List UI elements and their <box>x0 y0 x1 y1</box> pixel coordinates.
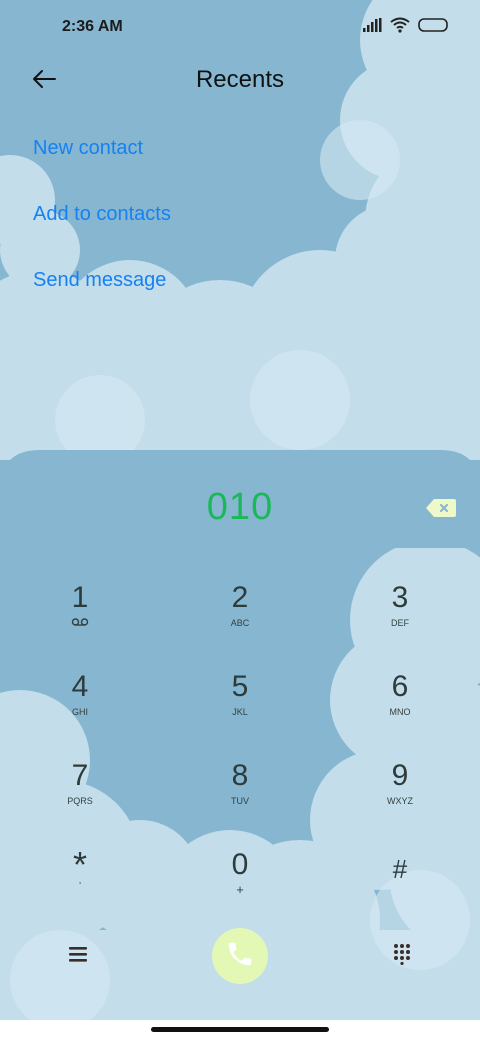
key-letters: , <box>78 875 82 885</box>
key-5[interactable]: 5 JKL <box>180 666 300 742</box>
key-letters: WXYZ <box>387 796 413 806</box>
key-letters: + <box>236 882 244 897</box>
key-digit: 2 <box>231 581 249 614</box>
key-digit: 6 <box>391 670 409 703</box>
status-time: 2:36 AM <box>62 18 123 35</box>
key-letters: PQRS <box>67 796 93 806</box>
key-0[interactable]: 0 + <box>180 844 300 920</box>
key-digit: 3 <box>391 581 409 614</box>
keypad-toggle-button[interactable] <box>382 936 422 976</box>
signal-icon <box>362 18 382 37</box>
wifi-icon <box>390 17 410 38</box>
send-message-link[interactable]: Send message <box>33 269 166 292</box>
voicemail-icon <box>71 617 89 629</box>
status-icons <box>362 17 450 38</box>
menu-icon <box>68 945 88 968</box>
phone-icon <box>225 939 255 974</box>
key-digit: 0 <box>231 848 249 881</box>
dialed-number: 010 <box>206 486 274 528</box>
key-letters: DEF <box>391 618 409 628</box>
key-3[interactable]: 3 DEF <box>340 577 460 653</box>
status-bar: 2:36 AM <box>0 0 480 56</box>
keypad-grid-icon <box>392 943 412 970</box>
key-star[interactable]: * , <box>20 844 140 920</box>
add-to-contacts-link[interactable]: Add to contacts <box>33 203 171 226</box>
backspace-button[interactable] <box>424 495 458 521</box>
key-8[interactable]: 8 TUV <box>180 755 300 831</box>
key-digit: 8 <box>231 759 249 792</box>
key-letters: TUV <box>231 796 249 806</box>
key-hash[interactable]: # <box>340 844 460 920</box>
key-digit: 1 <box>71 581 89 614</box>
battery-icon <box>418 17 450 38</box>
key-digit: # <box>392 854 408 884</box>
key-letters: JKL <box>232 707 248 717</box>
key-letters: GHI <box>71 707 88 717</box>
key-2[interactable]: 2 ABC <box>180 577 300 653</box>
header: Recents <box>0 56 480 108</box>
backspace-icon <box>424 499 458 525</box>
page-title: Recents <box>195 66 285 93</box>
key-digit: 9 <box>391 759 409 792</box>
key-4[interactable]: 4 GHI <box>20 666 140 742</box>
key-letters: ABC <box>230 618 250 628</box>
key-6[interactable]: 6 MNO <box>340 666 460 742</box>
home-indicator[interactable] <box>151 1027 329 1032</box>
call-button[interactable] <box>212 928 268 984</box>
nav-bar <box>0 1020 480 1040</box>
key-9[interactable]: 9 WXYZ <box>340 755 460 831</box>
key-digit: 4 <box>71 670 89 703</box>
key-letters: MNO <box>389 707 411 717</box>
key-7[interactable]: 7 PQRS <box>20 755 140 831</box>
menu-button[interactable] <box>58 936 98 976</box>
key-1[interactable]: 1 <box>20 577 140 653</box>
key-digit: 5 <box>231 670 249 703</box>
key-digit: 7 <box>71 759 89 792</box>
new-contact-link[interactable]: New contact <box>33 137 143 160</box>
